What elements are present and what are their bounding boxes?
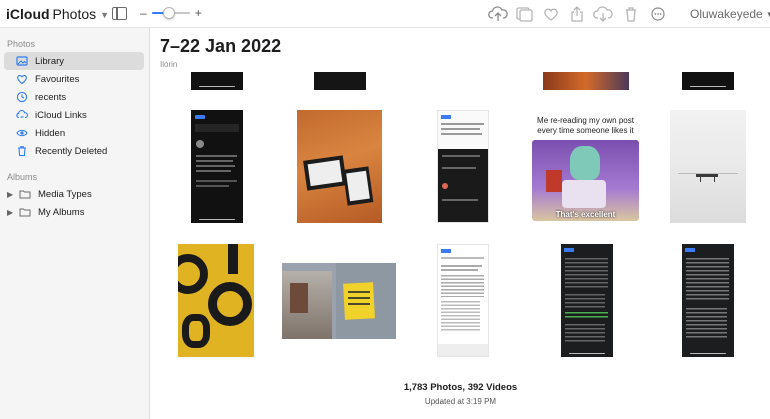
brand-photos: Photos [52, 6, 97, 22]
account-menu[interactable]: Oluwakeyede ▼ [690, 7, 770, 21]
favorite-heart-icon[interactable] [541, 5, 561, 23]
add-to-album-icon[interactable] [514, 5, 534, 23]
photo-thumbnail[interactable] [682, 72, 734, 90]
sidebar-item-library[interactable]: Library [4, 52, 144, 70]
sidebar-item-recents[interactable]: recents [4, 88, 144, 106]
photo-thumbnail[interactable] [282, 263, 396, 339]
app-switcher[interactable]: iCloud Photos ▼ [6, 6, 109, 22]
library-count: 1,783 Photos, 392 Videos [403, 382, 518, 393]
sidebar-item-icloud-links[interactable]: iCloud Links [4, 106, 144, 124]
sidebar-item-recently-deleted[interactable]: Recently Deleted [4, 142, 144, 160]
sidebar-section-albums: Albums [7, 172, 38, 182]
clock-icon [15, 90, 29, 104]
trash-icon [15, 144, 29, 158]
brand-icloud: iCloud [6, 6, 50, 22]
library-icon [15, 54, 29, 68]
sidebar-toggle-icon[interactable] [112, 7, 127, 20]
account-name: Oluwakeyede [690, 7, 763, 21]
sidebar-item-label: Media Types [38, 188, 92, 200]
sidebar-group-media-types[interactable]: ▶ Media Types [4, 185, 144, 203]
sidebar-item-label: Hidden [35, 127, 66, 139]
photo-thumbnail[interactable] [178, 244, 254, 357]
sidebar-item-label: Library [35, 55, 65, 67]
link-icon [15, 108, 29, 122]
photo-thumbnail[interactable] [670, 110, 746, 223]
top-toolbar: iCloud Photos ▼ – + Oluwakeyede ▼ [0, 0, 770, 28]
folder-icon [18, 205, 32, 219]
chevron-down-icon: ▼ [765, 9, 770, 19]
heart-icon [15, 72, 29, 86]
photo-thumbnail[interactable] [437, 244, 489, 357]
moment-location[interactable]: Ilorin [160, 60, 177, 69]
photo-thumbnail[interactable] [543, 72, 629, 90]
photo-thumbnail[interactable] [561, 244, 613, 357]
photo-thumbnail[interactable] [314, 72, 366, 90]
sidebar-item-favourites[interactable]: Favourites [4, 70, 144, 88]
zoom-slider[interactable] [151, 6, 190, 20]
meme-overlay-text: That's excellent [555, 210, 616, 219]
chevron-down-icon[interactable]: ▼ [100, 10, 109, 20]
sidebar-section-photos: Photos [7, 39, 36, 49]
meme-caption: Me re-reading my own post every time som… [537, 116, 634, 135]
moment-date-title: 7–22 Jan 2022 [160, 36, 282, 56]
folder-icon [18, 187, 32, 201]
zoom-control: – + [140, 6, 202, 20]
photo-thumbnail[interactable] [297, 110, 382, 223]
trash-icon[interactable] [621, 5, 641, 23]
zoom-in-icon[interactable]: + [195, 6, 202, 20]
sidebar-item-hidden[interactable]: Hidden [4, 124, 144, 142]
sidebar-item-label: Favourites [35, 73, 80, 85]
zoom-out-icon[interactable]: – [140, 6, 147, 20]
disclosure-caret-icon[interactable]: ▶ [7, 208, 16, 217]
meme-thumbnail[interactable]: Me re-reading my own post every time som… [529, 110, 642, 223]
download-icon[interactable] [593, 5, 613, 23]
upload-icon[interactable] [488, 5, 508, 23]
disclosure-caret-icon[interactable]: ▶ [7, 190, 16, 199]
zoom-slider-knob[interactable] [163, 7, 176, 19]
photo-thumbnail[interactable] [191, 72, 243, 90]
photo-library: 7–22 Jan 2022 Ilorin Me re-reading my ow… [151, 28, 770, 419]
photo-thumbnail[interactable] [682, 244, 734, 357]
eye-icon [15, 126, 29, 140]
photo-thumbnail[interactable] [437, 110, 489, 223]
sidebar-item-label: My Albums [38, 206, 85, 218]
share-icon[interactable] [567, 5, 587, 23]
sidebar: Photos Library Favourites recents iCloud… [0, 28, 150, 419]
last-updated: Updated at 3:19 PM [424, 397, 497, 406]
sidebar-group-my-albums[interactable]: ▶ My Albums [4, 203, 144, 221]
sidebar-item-label: recents [35, 91, 67, 103]
photo-thumbnail[interactable] [191, 110, 243, 223]
sidebar-item-label: Recently Deleted [35, 145, 108, 157]
more-icon[interactable] [648, 5, 668, 23]
sidebar-item-label: iCloud Links [35, 109, 87, 121]
